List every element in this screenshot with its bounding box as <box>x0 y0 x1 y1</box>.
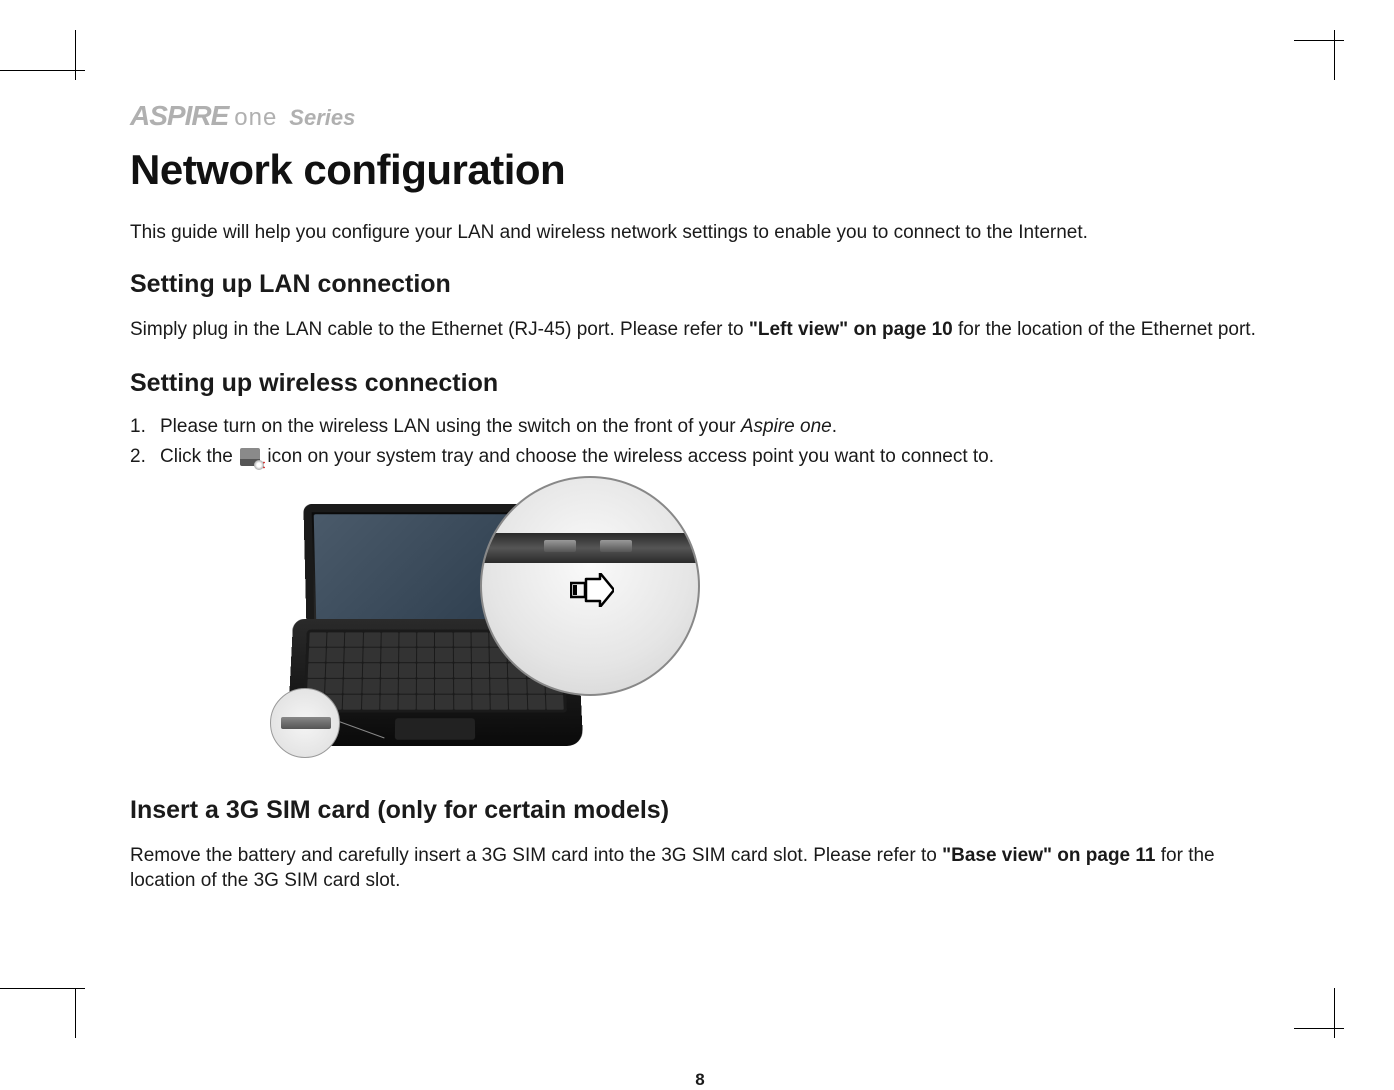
front-switch-detail <box>281 717 331 729</box>
wireless-step-1: 1. Please turn on the wireless LAN using… <box>130 416 1270 438</box>
brand-header: ASPIRE one Series <box>130 100 1270 132</box>
step1-before: Please turn on the wireless LAN using th… <box>160 416 741 437</box>
intro-paragraph: This guide will help you configure your … <box>130 222 1270 244</box>
sim-crossref: "Base view" on page 11 <box>942 845 1155 866</box>
step1-after: . <box>832 416 837 437</box>
page-number: 8 <box>130 1070 1270 1090</box>
step-number: 1. <box>130 416 152 438</box>
step-1-text: Please turn on the wireless LAN using th… <box>160 416 837 438</box>
step2-before: Click the <box>160 446 238 467</box>
laptop-touchpad <box>395 718 475 740</box>
step-number: 2. <box>130 446 152 468</box>
zoom-inset-front-edge <box>480 476 700 696</box>
sim-body: Remove the battery and carefully insert … <box>130 843 1270 894</box>
lan-text-after: for the location of the Ethernet port. <box>953 319 1256 340</box>
wireless-tray-icon: ✕ <box>240 448 260 466</box>
page-title: Network configuration <box>130 146 1270 194</box>
front-button-1 <box>544 540 576 552</box>
front-button-2 <box>600 540 632 552</box>
step-2-text: Click the ✕ icon on your system tray and… <box>160 446 994 468</box>
page-content: ASPIRE one Series Network configuration … <box>130 100 1270 920</box>
wireless-heading: Setting up wireless connection <box>130 369 1270 398</box>
step1-italic: Aspire one <box>741 416 832 437</box>
brand-series-label: Series <box>289 105 355 131</box>
step2-after: icon on your system tray and choose the … <box>262 446 994 467</box>
brand-logo-text: ASPIRE <box>130 100 228 132</box>
lan-crossref: "Left view" on page 10 <box>749 319 953 340</box>
front-switch-callout <box>270 688 340 758</box>
lan-body: Simply plug in the LAN cable to the Ethe… <box>130 317 1270 343</box>
sim-heading: Insert a 3G SIM card (only for certain m… <box>130 796 1270 825</box>
slide-right-arrow-icon <box>570 573 614 607</box>
brand-sublogo-text: one <box>234 104 277 132</box>
lan-text-before: Simply plug in the LAN cable to the Ethe… <box>130 319 749 340</box>
lan-heading: Setting up LAN connection <box>130 270 1270 299</box>
laptop-front-edge <box>482 533 698 563</box>
wireless-step-2: 2. Click the ✕ icon on your system tray … <box>130 446 1270 468</box>
sim-text-before: Remove the battery and carefully insert … <box>130 845 942 866</box>
laptop-figure <box>260 486 660 766</box>
